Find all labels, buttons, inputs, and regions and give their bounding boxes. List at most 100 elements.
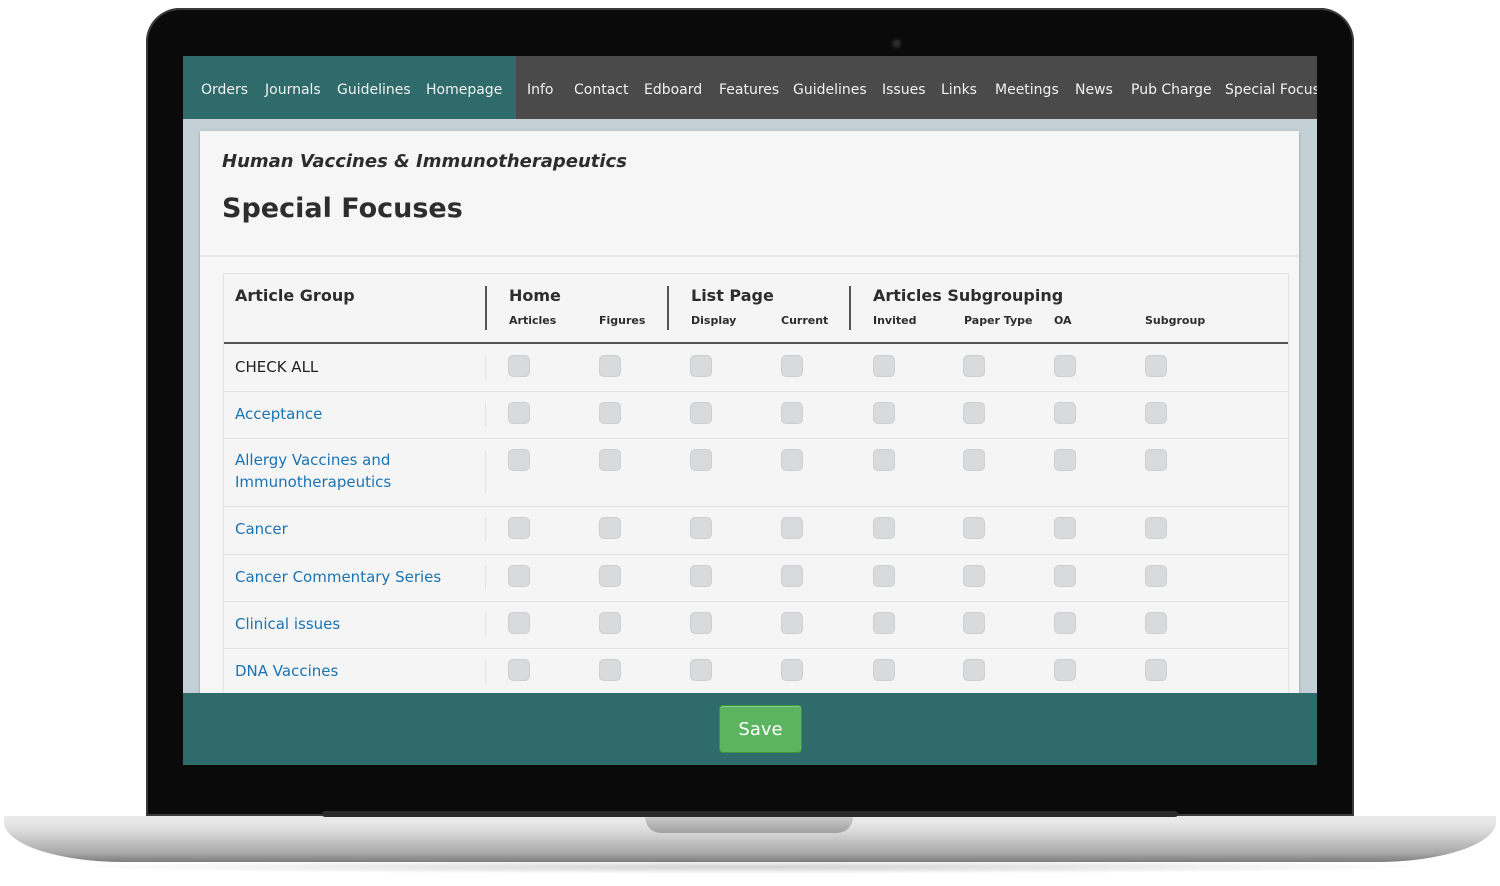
- checkbox[interactable]: [873, 517, 895, 539]
- header-article-group: Article Group: [235, 286, 355, 305]
- header-sub-oa: OA: [1054, 314, 1072, 327]
- nav-item-special-focus[interactable]: Special Focus: [1225, 56, 1317, 119]
- header-sub-paper-type: Paper Type: [964, 314, 1033, 327]
- checkbox[interactable]: [873, 402, 895, 424]
- cell-separator: [485, 518, 486, 542]
- checkbox[interactable]: [781, 517, 803, 539]
- article-group-link[interactable]: DNA Vaccines: [235, 660, 338, 682]
- table-row: Cancer Commentary Series: [224, 554, 1288, 602]
- checkbox[interactable]: [690, 517, 712, 539]
- footer-bar: Save: [183, 693, 1317, 765]
- checkbox[interactable]: [1145, 517, 1167, 539]
- check-all-label: CHECK ALL: [235, 358, 319, 376]
- checkbox[interactable]: [508, 517, 530, 539]
- article-group-link[interactable]: Cancer Commentary Series: [235, 566, 441, 588]
- article-group-link[interactable]: Allergy Vaccines and Immunotherapeutics: [235, 449, 391, 493]
- checkbox[interactable]: [1054, 449, 1076, 471]
- checkbox[interactable]: [599, 402, 621, 424]
- article-group-link[interactable]: Cancer: [235, 518, 288, 540]
- table-row: DNA Vaccines: [224, 648, 1288, 696]
- checkbox[interactable]: [1145, 355, 1167, 377]
- nav-item-meetings[interactable]: Meetings: [995, 56, 1059, 119]
- nav-item-pub-charge[interactable]: Pub Charge: [1131, 56, 1212, 119]
- nav-item-guidelines[interactable]: Guidelines: [337, 56, 411, 119]
- checkbox[interactable]: [873, 565, 895, 587]
- checkbox[interactable]: [1054, 402, 1076, 424]
- page-title: Special Focuses: [222, 193, 463, 224]
- nav-item-edboard[interactable]: Edboard: [644, 56, 702, 119]
- checkbox[interactable]: [1145, 449, 1167, 471]
- checkbox[interactable]: [781, 659, 803, 681]
- nav-item-guidelines-2[interactable]: Guidelines: [793, 56, 867, 119]
- checkbox[interactable]: [599, 355, 621, 377]
- checkbox[interactable]: [690, 449, 712, 471]
- checkbox[interactable]: [508, 612, 530, 634]
- save-button[interactable]: Save: [719, 705, 802, 753]
- checkbox[interactable]: [599, 659, 621, 681]
- cell-separator: [485, 566, 486, 589]
- checkbox[interactable]: [508, 449, 530, 471]
- checkbox[interactable]: [1054, 355, 1076, 377]
- checkbox[interactable]: [1145, 402, 1167, 424]
- nav-item-orders[interactable]: Orders: [201, 56, 248, 119]
- checkbox[interactable]: [690, 612, 712, 634]
- checkbox[interactable]: [781, 355, 803, 377]
- checkbox[interactable]: [873, 659, 895, 681]
- cell-separator: [485, 660, 486, 683]
- nav-item-info[interactable]: Info: [527, 56, 554, 119]
- cell-separator: [485, 403, 486, 426]
- nav-item-contact[interactable]: Contact: [574, 56, 628, 119]
- checkbox[interactable]: [963, 659, 985, 681]
- article-group-link[interactable]: Acceptance: [235, 403, 322, 425]
- checkbox[interactable]: [599, 565, 621, 587]
- checkbox[interactable]: [599, 612, 621, 634]
- laptop-shadow: [60, 860, 1440, 874]
- checkbox[interactable]: [1145, 659, 1167, 681]
- checkbox[interactable]: [781, 565, 803, 587]
- nav-item-journals[interactable]: Journals: [265, 56, 321, 119]
- checkbox[interactable]: [963, 402, 985, 424]
- checkbox[interactable]: [1145, 565, 1167, 587]
- checkbox[interactable]: [508, 402, 530, 424]
- checkbox[interactable]: [1054, 565, 1076, 587]
- checkbox[interactable]: [963, 449, 985, 471]
- checkbox[interactable]: [781, 612, 803, 634]
- header-list-display: Display: [691, 314, 737, 327]
- checkbox[interactable]: [963, 517, 985, 539]
- nav-item-homepage[interactable]: Homepage: [426, 56, 502, 119]
- laptop-notch: [645, 816, 853, 833]
- checkbox[interactable]: [1054, 517, 1076, 539]
- checkbox[interactable]: [963, 612, 985, 634]
- checkbox[interactable]: [508, 565, 530, 587]
- checkbox[interactable]: [690, 355, 712, 377]
- checkbox[interactable]: [873, 355, 895, 377]
- checkbox[interactable]: [781, 402, 803, 424]
- journal-title: Human Vaccines & Immunotherapeutics: [222, 151, 627, 172]
- header-sub-invited: Invited: [873, 314, 917, 327]
- nav-item-issues[interactable]: Issues: [882, 56, 926, 119]
- checkbox[interactable]: [781, 449, 803, 471]
- checkbox[interactable]: [963, 565, 985, 587]
- nav-item-links[interactable]: Links: [941, 56, 977, 119]
- checkbox[interactable]: [1054, 612, 1076, 634]
- checkbox[interactable]: [508, 659, 530, 681]
- checkbox[interactable]: [1145, 612, 1167, 634]
- checkbox[interactable]: [599, 517, 621, 539]
- checkbox[interactable]: [873, 612, 895, 634]
- header-sub-subgroup: Subgroup: [1145, 314, 1206, 327]
- table-header: Article Group Home Articles Figures List…: [224, 274, 1288, 344]
- checkbox[interactable]: [963, 355, 985, 377]
- header-home-figures: Figures: [599, 314, 646, 327]
- checkbox[interactable]: [599, 449, 621, 471]
- checkbox[interactable]: [873, 449, 895, 471]
- article-group-link[interactable]: Clinical issues: [235, 613, 340, 635]
- nav-item-news[interactable]: News: [1075, 56, 1113, 119]
- checkbox[interactable]: [690, 565, 712, 587]
- checkbox[interactable]: [1054, 659, 1076, 681]
- checkbox[interactable]: [690, 659, 712, 681]
- cell-separator: [485, 613, 486, 636]
- table-row: Cancer: [224, 506, 1288, 555]
- checkbox[interactable]: [508, 355, 530, 377]
- checkbox[interactable]: [690, 402, 712, 424]
- nav-item-features[interactable]: Features: [719, 56, 779, 119]
